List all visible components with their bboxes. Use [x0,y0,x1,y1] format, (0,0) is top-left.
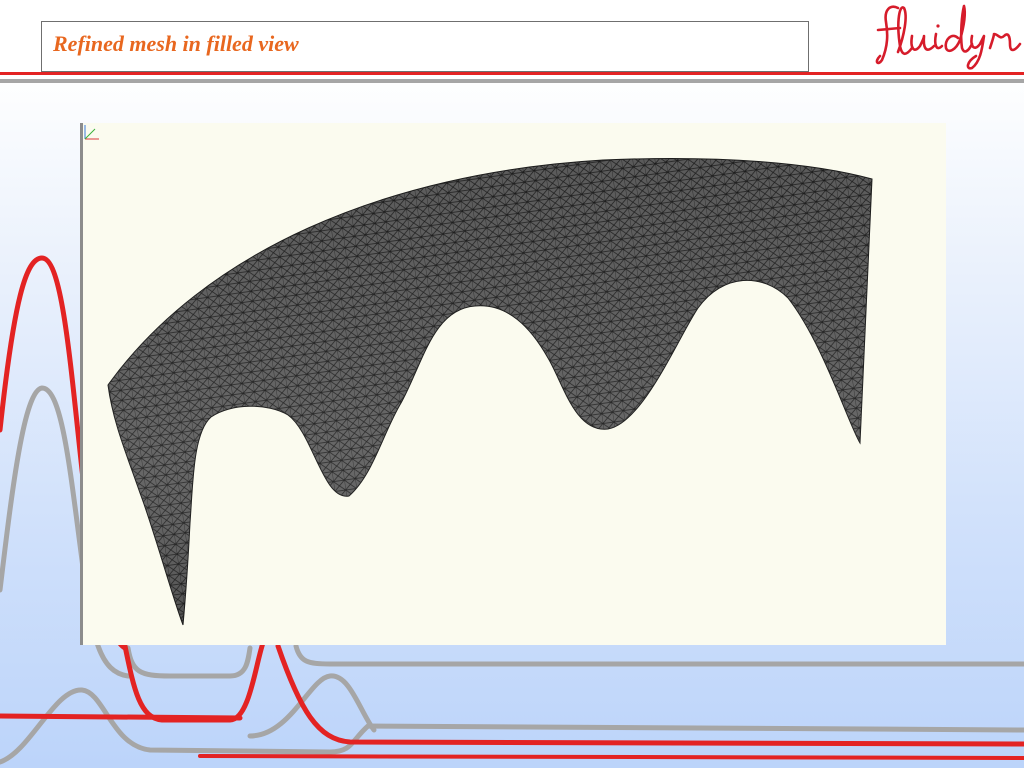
red-curve-low [0,713,243,721]
mesh-render [107,158,873,626]
slide: Refined mesh in filled view [0,0,1024,768]
red-curve-bottom [198,754,1024,760]
header-rule-red [0,72,1024,75]
mesh-viewport[interactable] [80,123,946,645]
gray-curve-right [293,643,1024,667]
gray-curve-bump [247,673,377,739]
red-curve-mid [122,637,267,723]
title-box: Refined mesh in filled view [41,21,809,72]
axis-triad-icon [84,125,99,140]
fluidyn-logo [875,4,1022,70]
header-rule-gray [0,79,1024,83]
slide-title: Refined mesh in filled view [53,31,299,56]
gray-curve-top [125,645,253,679]
gray-curve-low [0,687,1024,765]
